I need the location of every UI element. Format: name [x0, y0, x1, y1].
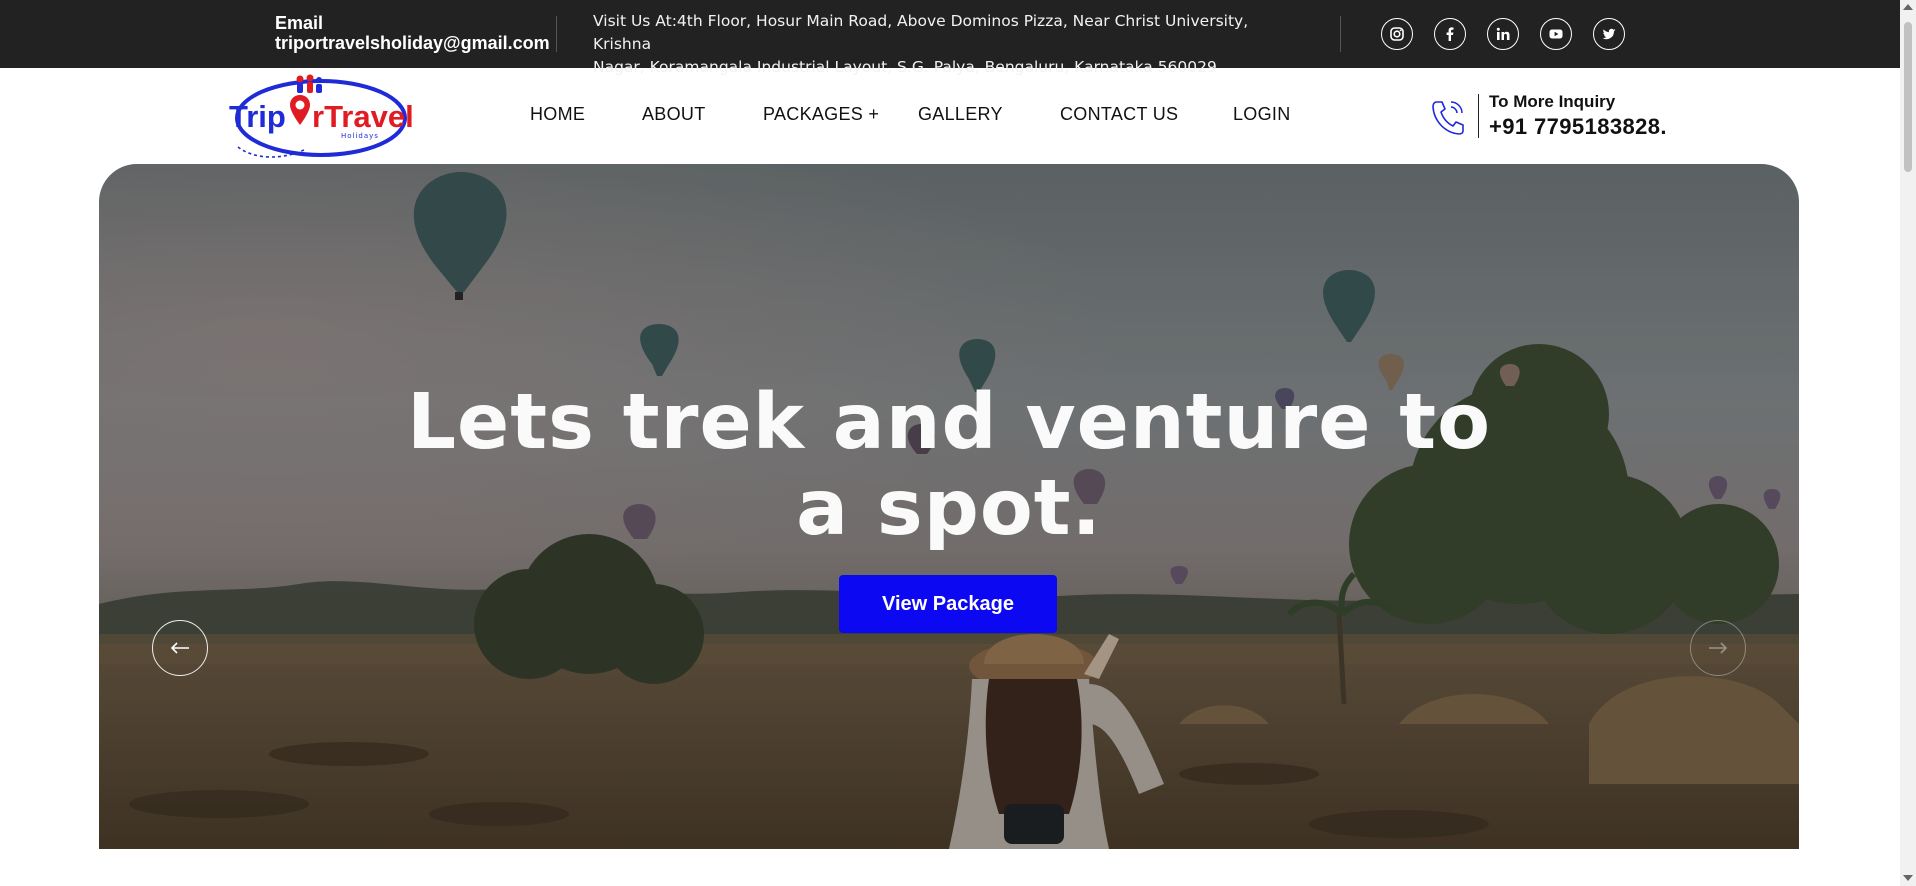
social-links [1381, 18, 1625, 50]
phone-icon [1430, 98, 1466, 136]
instagram-icon[interactable] [1381, 18, 1413, 50]
hero-title: Lets trek and venture to a spot. [99, 380, 1799, 552]
divider [556, 16, 557, 52]
divider [1340, 16, 1341, 52]
nav-gallery[interactable]: GALLERY [918, 104, 1003, 125]
nav-contact-us[interactable]: CONTACT US [1060, 104, 1178, 125]
scroll-thumb[interactable] [1904, 22, 1912, 172]
nav-login[interactable]: LOGIN [1233, 104, 1291, 125]
divider [1478, 94, 1479, 138]
nav-about[interactable]: ABOUT [642, 104, 706, 125]
email-block: Email triportravelsholiday@gmail.com [275, 13, 550, 53]
nav-packages[interactable]: PACKAGES + [763, 104, 879, 125]
twitter-icon[interactable] [1593, 18, 1625, 50]
address-line-1: Visit Us At:4th Floor, Hosur Main Road, … [593, 12, 1249, 53]
email-value[interactable]: triportravelsholiday@gmail.com [275, 33, 550, 53]
slider-next-button[interactable] [1690, 620, 1746, 676]
inquiry-phone[interactable]: +91 7795183828. [1489, 114, 1667, 140]
hero-slider: Lets trek and venture to a spot. View Pa… [99, 164, 1799, 849]
address-block: Visit Us At:4th Floor, Hosur Main Road, … [593, 10, 1308, 79]
address-line-2: Nagar, Koramangala Industrial Layout, S.… [593, 58, 1217, 76]
hero-title-line-2: a spot. [796, 464, 1102, 553]
arrow-right-icon [1709, 642, 1728, 654]
arrow-left-icon [170, 642, 189, 654]
email-label: Email [275, 13, 324, 33]
top-contact-bar: Email triportravelsholiday@gmail.com Vis… [0, 0, 1900, 76]
view-package-button[interactable]: View Package [839, 575, 1057, 633]
youtube-icon[interactable] [1540, 18, 1572, 50]
slider-prev-button[interactable] [152, 620, 208, 676]
page-scrollbar[interactable] [1900, 0, 1916, 886]
facebook-icon[interactable] [1434, 18, 1466, 50]
nav-home[interactable]: HOME [530, 104, 585, 125]
scroll-down-icon[interactable] [1903, 875, 1913, 881]
inquiry-label: To More Inquiry [1489, 92, 1616, 111]
logo-tagline: Holidays [341, 132, 379, 140]
hero-title-line-1: Lets trek and venture to [406, 378, 1492, 467]
scroll-up-icon[interactable] [1903, 4, 1913, 10]
linkedin-icon[interactable] [1487, 18, 1519, 50]
